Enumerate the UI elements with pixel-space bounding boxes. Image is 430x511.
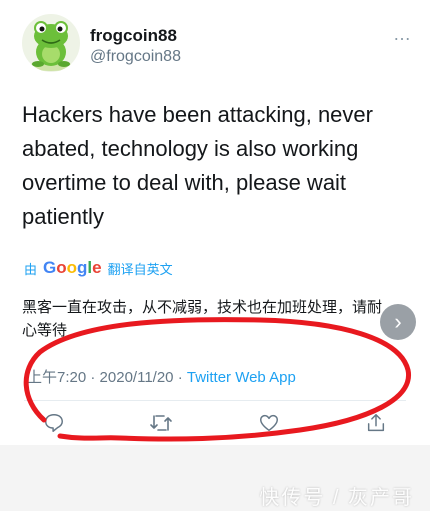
watermark: 快传号 / 灰产哥 [259,487,414,509]
tweet-date: 2020/11/20 [99,369,174,386]
translate-prefix: 由 [24,261,38,277]
share-icon[interactable] [362,410,390,436]
divider [24,400,406,401]
tweet-card: frogcoin88 @frogcoin88 … Hackers have be… [0,0,430,445]
tweet-meta: 上午7:20 · 2020/11/20 · Twitter Web App [27,366,296,387]
google-logo: Google [43,258,102,277]
display-name[interactable]: frogcoin88 [90,26,177,46]
frog-avatar[interactable] [22,14,80,72]
footer-area: 快传号 / 灰产哥 [0,445,430,511]
frog-icon [29,21,73,71]
tweet-time: 上午7:20 [27,369,87,386]
tweet-source-app[interactable]: Twitter Web App [187,369,296,386]
tweet-text: Hackers have been attacking, never abate… [22,102,373,229]
more-icon[interactable]: … [393,24,412,45]
like-icon[interactable] [255,410,283,436]
meta-separator: · [90,369,96,386]
reply-icon[interactable] [40,410,68,436]
user-handle[interactable]: @frogcoin88 [90,48,181,66]
translate-suffix: 翻译自英文 [107,261,173,277]
retweet-icon[interactable] [147,410,175,436]
translated-text: 黑客一直在攻击，从不减弱，技术也在加班处理，请耐心等待 [22,299,383,339]
action-bar [40,410,390,436]
translation-attribution[interactable]: 由 Google 翻译自英文 [24,258,173,278]
chevron-right-icon[interactable]: › [380,304,416,340]
meta-separator: · [177,369,183,386]
